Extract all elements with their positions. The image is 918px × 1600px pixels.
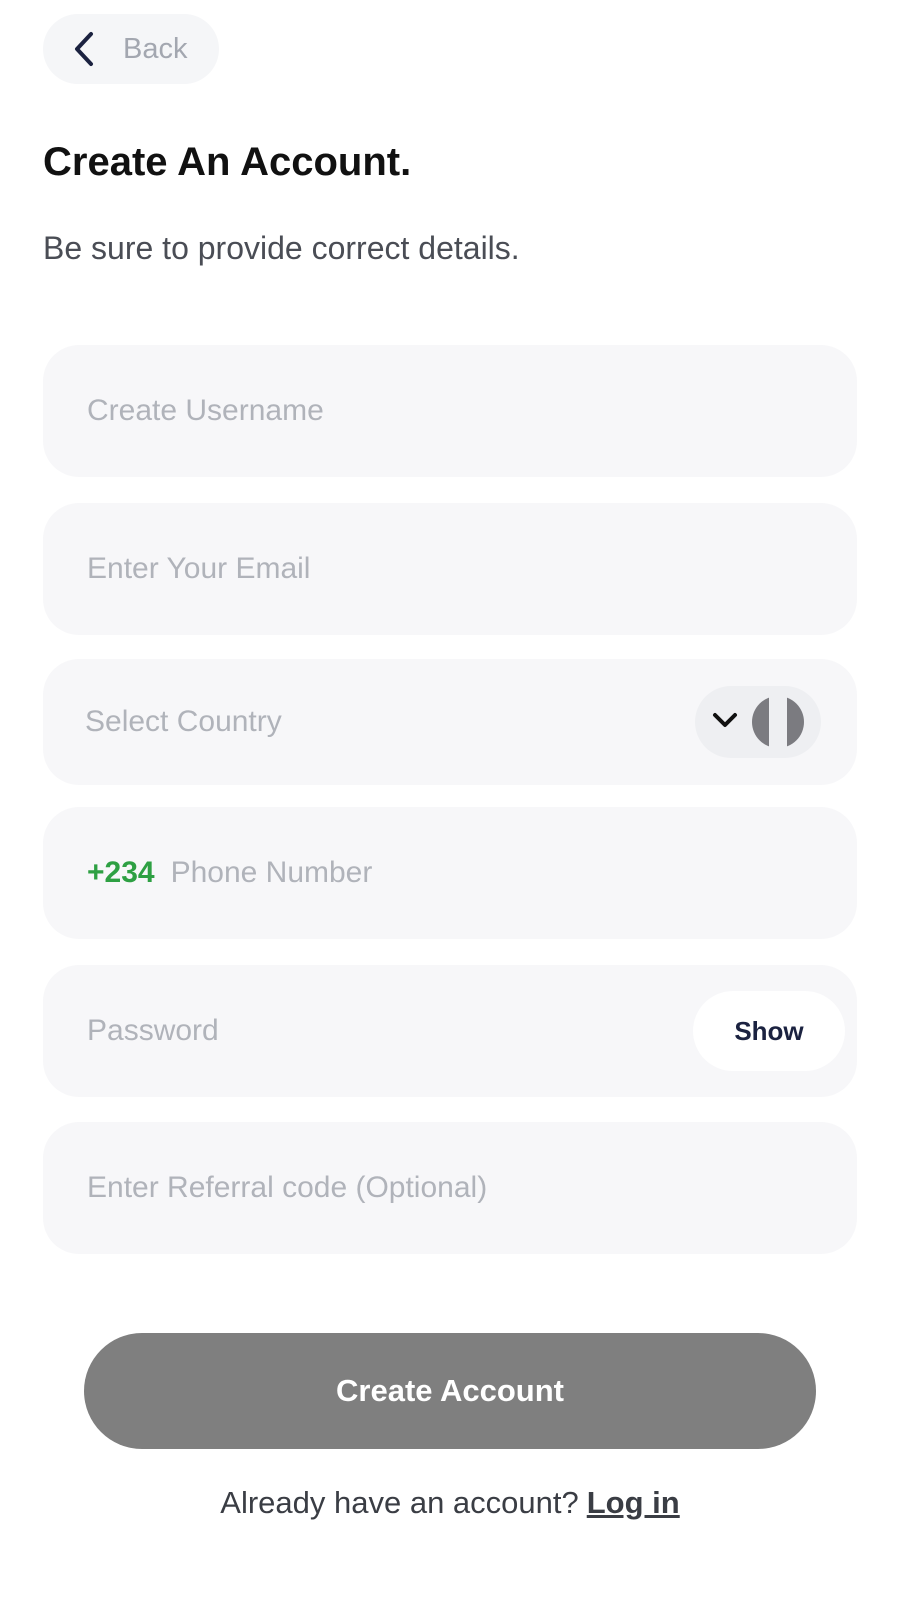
chevron-down-icon — [712, 712, 738, 733]
country-dropdown-toggle[interactable] — [695, 686, 821, 758]
referral-input[interactable] — [87, 1158, 845, 1218]
country-select-placeholder: Select Country — [85, 705, 282, 738]
referral-field — [43, 1122, 857, 1254]
password-input[interactable] — [87, 1001, 693, 1061]
password-field: Show — [43, 965, 857, 1097]
email-field — [43, 503, 857, 635]
page-subtitle: Be sure to provide correct details. — [43, 230, 520, 266]
flag-icon — [752, 696, 804, 748]
phone-field: +234 — [43, 807, 857, 939]
country-select[interactable]: Select Country — [43, 659, 857, 785]
username-field — [43, 345, 857, 477]
login-prompt-text: Already have an account? — [220, 1485, 579, 1520]
dial-code: +234 — [87, 856, 155, 889]
phone-input[interactable] — [170, 843, 845, 903]
page-title: Create An Account. — [43, 140, 412, 184]
chevron-left-icon — [67, 32, 101, 66]
back-label: Back — [123, 32, 188, 65]
email-input[interactable] — [87, 539, 845, 599]
login-link[interactable]: Log in — [587, 1485, 680, 1520]
login-prompt: Already have an account? Log in — [0, 1485, 900, 1521]
signup-page: Back Create An Account. Be sure to provi… — [0, 0, 918, 1600]
show-password-button[interactable]: Show — [693, 991, 845, 1071]
back-button[interactable]: Back — [43, 14, 219, 84]
username-input[interactable] — [87, 381, 845, 441]
create-account-button[interactable]: Create Account — [84, 1333, 816, 1449]
